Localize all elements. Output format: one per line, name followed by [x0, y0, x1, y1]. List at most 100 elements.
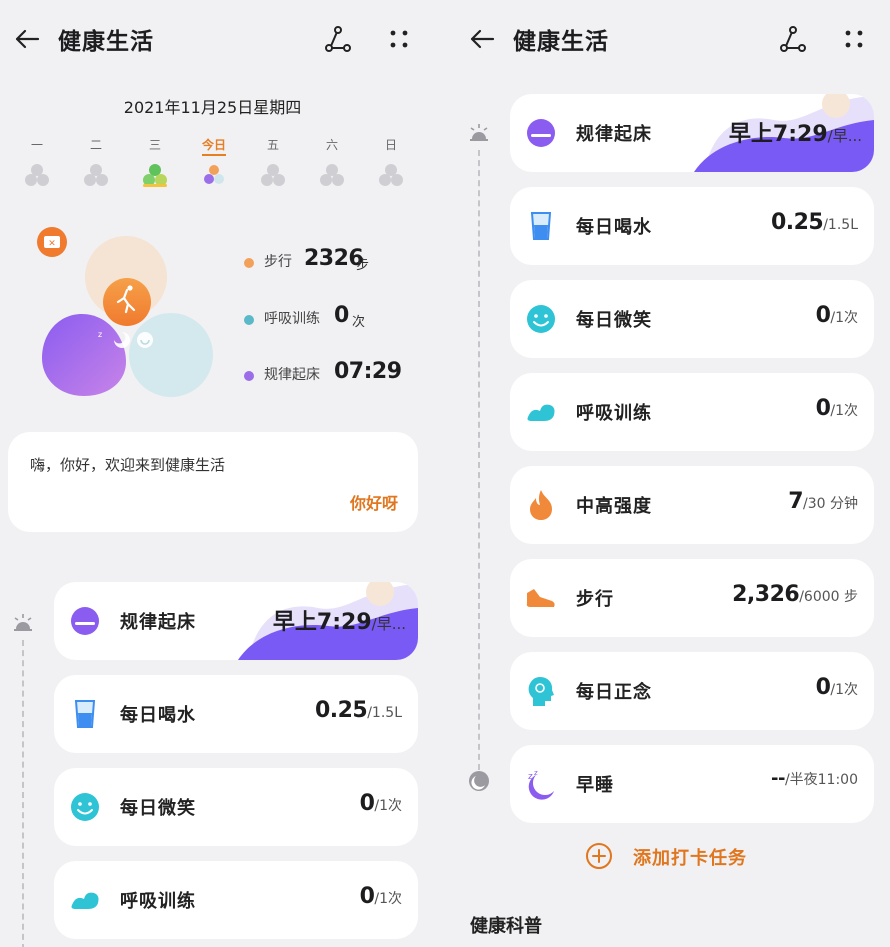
task-target: /1次: [830, 682, 858, 698]
breath-cloud-icon: [527, 404, 555, 421]
stat-dot: [244, 258, 254, 268]
task-intensity[interactable]: 中高强度 7/30 分钟: [510, 466, 874, 544]
greeting-reply-button[interactable]: 你好呀: [350, 490, 398, 514]
day-label: 二: [89, 138, 102, 152]
task-progress: 0/1次: [360, 884, 402, 909]
wake-target: /早...: [827, 127, 862, 145]
sleep-moon-icon: z z: [528, 769, 554, 800]
day-wed[interactable]: 三: [130, 136, 180, 188]
header: 健康生活: [0, 14, 445, 64]
timeline-line: [22, 640, 24, 947]
badge-icon[interactable]: ✕: [36, 226, 68, 258]
task-progress: 0.25/1.5L: [771, 210, 858, 235]
task-name: 每日微笑: [576, 310, 652, 331]
alarm-timeline-icon: [14, 614, 32, 631]
right-screen: 健康生活 规律起床 早上7:29/早... 每日喝水 0.25/1.5L 每日微…: [455, 0, 890, 947]
task-value: 2,326: [732, 582, 800, 607]
stat-label: 呼吸训练: [264, 311, 320, 327]
stat-value: 0: [334, 303, 349, 328]
task-value: 7: [788, 489, 804, 514]
task-value: 0: [359, 884, 375, 909]
task-smile[interactable]: 每日微笑 0/1次: [510, 280, 874, 358]
task-name: 中高强度: [576, 496, 652, 517]
day-progress-icon: [261, 164, 285, 186]
task-wake-up[interactable]: 规律起床 早上7:29/早...: [54, 582, 418, 660]
task-progress: 7/30 分钟: [788, 489, 858, 514]
task-value: --: [770, 768, 785, 789]
task-target: /1次: [374, 891, 402, 907]
task-breathing[interactable]: 呼吸训练 0/1次: [510, 373, 874, 451]
svg-text:z: z: [528, 772, 533, 782]
day-label: 日: [384, 138, 397, 152]
share-icon[interactable]: [323, 24, 353, 54]
task-early-sleep[interactable]: z z 早睡 --/半夜11:00: [510, 745, 874, 823]
day-progress-icon: [320, 164, 344, 186]
task-wake-up[interactable]: 规律起床 早上7:29/早...: [510, 94, 874, 172]
task-value: 0: [815, 675, 831, 700]
svg-text:z: z: [534, 769, 538, 777]
day-sat[interactable]: 六: [307, 136, 357, 188]
day-label: 六: [325, 138, 338, 152]
task-name: 规律起床: [120, 612, 196, 633]
task-progress: 0.25/1.5L: [315, 698, 402, 723]
task-value: 0.25: [314, 698, 368, 723]
task-drink-water[interactable]: 每日喝水 0.25/1.5L: [510, 187, 874, 265]
stat-value: 2326: [304, 246, 364, 271]
task-progress: 0/1次: [816, 303, 858, 328]
greeting-card: 嗨，你好，欢迎来到健康生活 你好呀: [8, 432, 418, 532]
day-today[interactable]: 今日: [189, 136, 239, 188]
day-progress-icon: [25, 164, 49, 186]
task-target: /1.5L: [367, 705, 402, 721]
task-value: 0: [815, 303, 831, 328]
water-cup-icon: [74, 700, 96, 728]
day-label: 今日: [202, 136, 226, 156]
sleep-timeline-icon: [469, 771, 489, 791]
day-label: 三: [148, 138, 161, 152]
task-breathing[interactable]: 呼吸训练 0/1次: [54, 861, 418, 939]
stat-dot: [244, 315, 254, 325]
alarm-timeline-icon: [470, 124, 488, 141]
timeline-line: [478, 150, 480, 770]
task-drink-water[interactable]: 每日喝水 0.25/1.5L: [54, 675, 418, 753]
task-target: /30 分钟: [803, 496, 858, 512]
share-icon[interactable]: [778, 24, 808, 54]
wake-target: /早...: [371, 615, 406, 633]
water-cup-icon: [530, 212, 552, 240]
task-target: /1次: [830, 310, 858, 326]
more-options-icon[interactable]: [839, 24, 869, 54]
add-task-label: 添加打卡任务: [633, 848, 747, 869]
day-fri[interactable]: 五: [248, 136, 298, 188]
task-progress: --/半夜11:00: [771, 768, 858, 789]
task-mindfulness[interactable]: 每日正念 0/1次: [510, 652, 874, 730]
task-value: 0: [815, 396, 831, 421]
alarm-clock-icon: [71, 607, 99, 635]
page-title: 健康生活: [513, 29, 609, 55]
shoe-icon: [526, 589, 555, 607]
day-achievement-icon: [143, 164, 167, 187]
task-progress: 0/1次: [816, 396, 858, 421]
task-name: 早睡: [576, 775, 614, 796]
task-target: /半夜11:00: [784, 772, 858, 788]
stat-unit: 步: [356, 258, 370, 273]
back-arrow-icon[interactable]: [12, 24, 42, 54]
section-title: 健康科普: [470, 916, 542, 937]
stat-label: 步行: [264, 254, 292, 270]
task-smile[interactable]: 每日微笑 0/1次: [54, 768, 418, 846]
task-name: 每日正念: [576, 682, 652, 703]
task-walking[interactable]: 步行 2,326/6000 步: [510, 559, 874, 637]
task-name: 呼吸训练: [120, 891, 196, 912]
task-value: 0: [359, 791, 375, 816]
task-target: /1次: [374, 798, 402, 814]
more-options-icon[interactable]: [384, 24, 414, 54]
task-value: 早上7:29/早...: [273, 604, 406, 636]
day-mon[interactable]: 一: [12, 136, 62, 188]
back-arrow-icon[interactable]: [467, 24, 497, 54]
task-name: 步行: [576, 589, 614, 610]
day-tue[interactable]: 二: [71, 136, 121, 188]
task-progress: 0/1次: [816, 675, 858, 700]
smile-icon: [527, 305, 555, 333]
smile-icon: [71, 793, 99, 821]
task-name: 呼吸训练: [576, 403, 652, 424]
day-sun[interactable]: 日: [366, 136, 416, 188]
breath-cloud-icon: [71, 892, 99, 909]
